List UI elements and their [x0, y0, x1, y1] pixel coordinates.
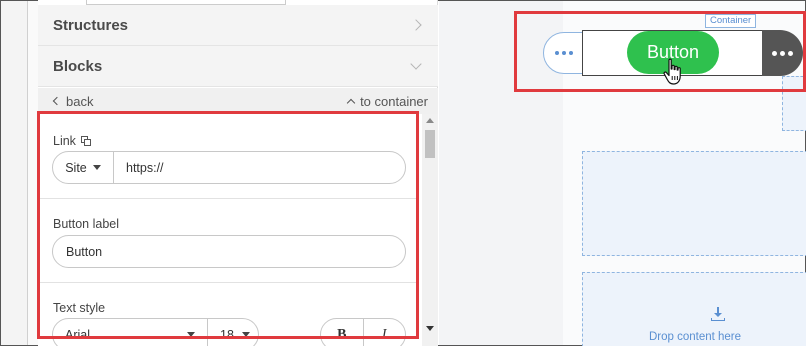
empty-container[interactable] — [582, 151, 806, 256]
panel-scrollbar[interactable] — [422, 114, 438, 346]
scroll-down-icon[interactable] — [426, 326, 434, 331]
to-container-label: to container — [360, 93, 428, 109]
block-highlight-box — [514, 11, 806, 92]
to-container-link[interactable]: to container — [346, 93, 428, 109]
accordion-blocks-label: Blocks — [53, 57, 103, 75]
chevron-down-icon — [410, 58, 422, 70]
accordion-structures[interactable]: Structures — [38, 5, 438, 46]
chevron-left-icon — [52, 96, 62, 106]
download-tray-icon — [711, 307, 725, 321]
drop-content-text: Drop content here — [648, 331, 742, 343]
scroll-thumb[interactable] — [425, 130, 435, 158]
chevron-up-icon — [346, 98, 356, 107]
scroll-up-icon[interactable] — [426, 118, 434, 123]
back-link[interactable]: back — [52, 94, 93, 109]
accordion-blocks[interactable]: Blocks — [38, 46, 438, 87]
back-label: back — [66, 93, 94, 109]
accordion-structures-label: Structures — [53, 16, 129, 34]
left-toolbar-strip — [1, 1, 28, 345]
drop-zone[interactable]: Drop content here — [582, 272, 806, 346]
chevron-right-icon — [410, 19, 422, 31]
settings-highlight-box — [37, 111, 419, 339]
